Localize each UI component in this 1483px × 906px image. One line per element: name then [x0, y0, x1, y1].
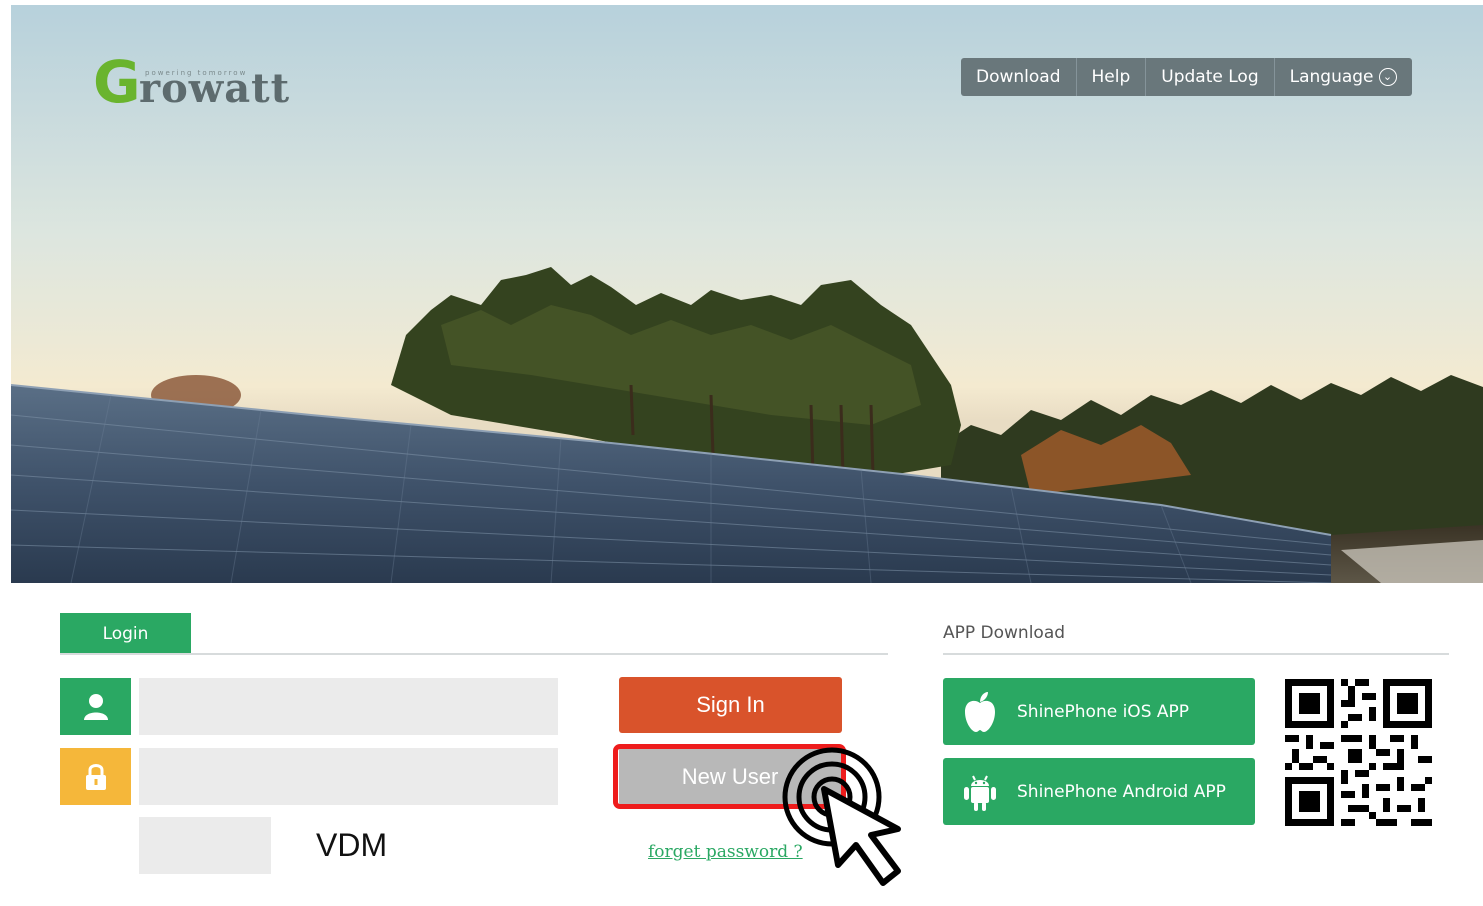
nav-help-label: Help [1091, 67, 1131, 87]
nav-update-log-label: Update Log [1161, 67, 1259, 87]
click-cursor-icon [782, 747, 901, 886]
user-icon [60, 678, 131, 735]
logo-wordmark: rowatt [139, 65, 291, 112]
app-download-divider [943, 653, 1449, 655]
growatt-logo[interactable]: G powering tomorrow rowatt [93, 53, 313, 113]
logo-letter: G [93, 48, 141, 116]
nav-language[interactable]: Language ⌄ [1275, 58, 1412, 96]
hero-banner: G powering tomorrow rowatt Download Help… [11, 5, 1483, 583]
login-page: G powering tomorrow rowatt Download Help… [0, 0, 1483, 906]
sign-in-button[interactable]: Sign In [619, 677, 842, 733]
nav-language-label: Language [1289, 67, 1374, 87]
nav-update-log[interactable]: Update Log [1146, 58, 1275, 96]
login-tab-divider [60, 653, 888, 655]
android-icon [943, 772, 1017, 812]
captcha-image[interactable]: VDM [316, 827, 387, 864]
ios-app-button[interactable]: ShinePhone iOS APP [943, 678, 1255, 745]
apple-icon [943, 691, 1017, 733]
top-navigation: Download Help Update Log Language ⌄ [961, 58, 1412, 96]
qr-code-image [1285, 679, 1432, 826]
lock-icon [60, 748, 131, 805]
nav-help[interactable]: Help [1077, 58, 1147, 96]
nav-download[interactable]: Download [961, 58, 1077, 96]
tab-login[interactable]: Login [60, 613, 191, 655]
ios-app-label: ShinePhone iOS APP [1017, 701, 1190, 722]
android-app-label: ShinePhone Android APP [1017, 781, 1226, 802]
app-download-title: APP Download [943, 623, 1066, 643]
password-input[interactable] [139, 748, 558, 805]
android-app-button[interactable]: ShinePhone Android APP [943, 758, 1255, 825]
captcha-input[interactable] [139, 817, 271, 874]
nav-download-label: Download [976, 67, 1061, 87]
chevron-down-circle-icon: ⌄ [1378, 68, 1397, 86]
username-input[interactable] [139, 678, 558, 735]
